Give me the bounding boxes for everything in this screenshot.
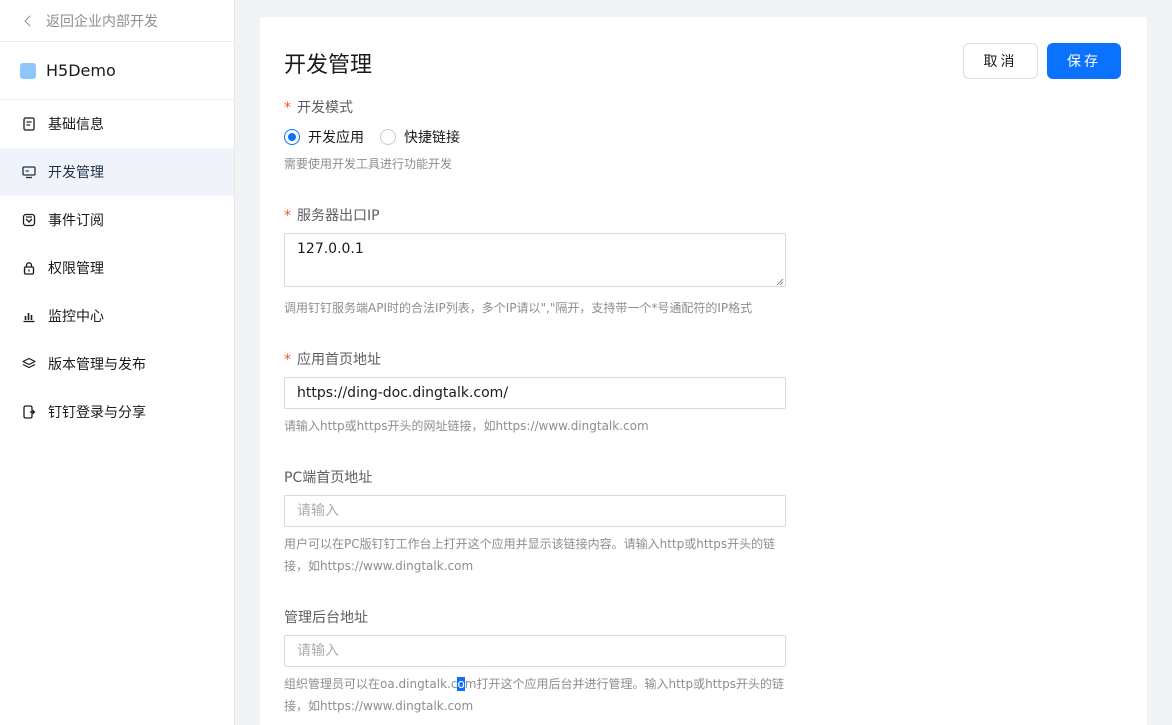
radio-dev-app[interactable]: 开发应用 — [284, 127, 364, 147]
sidebar-item-login-share[interactable]: 钉钉登录与分享 — [0, 388, 234, 436]
document-icon — [23, 117, 35, 131]
monitor-icon — [22, 166, 36, 179]
main-panel: 开发管理 取消 保存 * 开发模式 开发应用 快捷链接 需要使用开发工具进行功能开… — [260, 17, 1147, 725]
radio-checked-icon[interactable] — [284, 129, 300, 145]
sidebar-item-label: 事件订阅 — [48, 213, 104, 229]
sidebar: 返回企业内部开发 H5Demo 基础信息 开发管理 事件订阅 权限管理 监控中心… — [0, 0, 235, 725]
pc-homepage-input[interactable] — [284, 495, 786, 527]
page-title: 开发管理 — [284, 53, 373, 78]
admin-url-hint: 组织管理员可以在oa.dingtalk.com打开这个应用后台并进行管理。输入h… — [284, 673, 794, 717]
radio-label: 开发应用 — [308, 130, 364, 146]
radio-quick-link[interactable]: 快捷链接 — [380, 127, 460, 147]
back-label: 返回企业内部开发 — [46, 13, 158, 30]
app-logo — [20, 62, 36, 79]
subscribe-icon — [22, 213, 36, 227]
server-ip-textarea[interactable]: 127.0.0.1 — [284, 233, 786, 287]
homepage-hint: 请输入http或https开头的网址链接，如https://www.dingta… — [284, 419, 649, 433]
lock-icon — [23, 262, 35, 275]
bar-chart-icon — [23, 313, 35, 323]
sidebar-item-monitoring[interactable]: 监控中心 — [0, 292, 234, 340]
admin-url-input[interactable] — [284, 635, 786, 667]
homepage-label: * 应用首页地址 — [284, 349, 381, 369]
required-marker: * — [284, 352, 291, 368]
resize-handle-icon[interactable] — [776, 278, 784, 286]
sidebar-item-label: 基础信息 — [48, 117, 104, 133]
homepage-input[interactable] — [284, 377, 786, 409]
sidebar-item-label: 监控中心 — [48, 309, 104, 325]
save-button[interactable]: 保存 — [1047, 43, 1121, 79]
required-marker: * — [284, 100, 291, 116]
pc-homepage-hint: 用户可以在PC版钉钉工作台上打开这个应用并显示该链接内容。请输入http或htt… — [284, 537, 776, 573]
required-marker: * — [284, 208, 291, 224]
admin-hint-part: 组织管理员可以在oa.dingtalk.c — [284, 677, 458, 691]
server-ip-label: * 服务器出口IP — [284, 205, 380, 225]
dev-mode-radio-group: 开发应用 快捷链接 — [284, 127, 476, 147]
server-ip-hint: 调用钉钉服务端API时的合法IP列表，多个IP请以","隔开，支持带一个*号通配… — [284, 301, 753, 315]
dev-mode-label: * 开发模式 — [284, 97, 353, 117]
layers-icon — [22, 357, 36, 369]
sidebar-item-label: 权限管理 — [48, 261, 104, 277]
sidebar-item-version-release[interactable]: 版本管理与发布 — [0, 340, 234, 388]
back-link[interactable]: 返回企业内部开发 — [0, 0, 234, 42]
sidebar-item-label: 开发管理 — [48, 165, 104, 181]
phone-share-icon — [23, 405, 36, 419]
radio-label: 快捷链接 — [404, 130, 460, 146]
app-name: H5Demo — [46, 61, 116, 80]
sidebar-item-basic-info[interactable]: 基础信息 — [0, 100, 234, 148]
text-selection: o — [457, 677, 465, 691]
sidebar-item-label: 钉钉登录与分享 — [48, 405, 146, 421]
chevron-left-icon — [24, 14, 36, 27]
dev-mode-label-text: 开发模式 — [297, 100, 353, 116]
sidebar-item-dev-management[interactable]: 开发管理 — [0, 148, 234, 196]
app-header: H5Demo — [0, 42, 234, 100]
sidebar-nav: 基础信息 开发管理 事件订阅 权限管理 监控中心 版本管理与发布 钉钉登录与分享 — [0, 100, 234, 436]
sidebar-item-permissions[interactable]: 权限管理 — [0, 244, 234, 292]
homepage-label-text: 应用首页地址 — [297, 352, 381, 368]
cancel-button[interactable]: 取消 — [963, 43, 1038, 79]
admin-url-label: 管理后台地址 — [284, 610, 368, 626]
sidebar-item-event-subscription[interactable]: 事件订阅 — [0, 196, 234, 244]
pc-homepage-label: PC端首页地址 — [284, 470, 373, 486]
radio-unchecked-icon[interactable] — [380, 129, 396, 145]
sidebar-item-label: 版本管理与发布 — [48, 357, 146, 373]
dev-mode-hint: 需要使用开发工具进行功能开发 — [284, 157, 453, 171]
server-ip-label-text: 服务器出口IP — [297, 208, 380, 224]
